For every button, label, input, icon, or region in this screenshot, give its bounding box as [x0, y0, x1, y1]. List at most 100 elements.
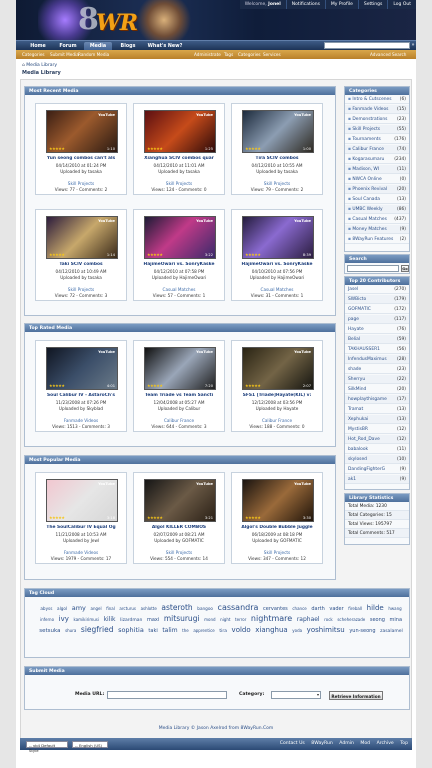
video-thumbnail[interactable]: YouTube ★★★★★ 1:00: [242, 110, 314, 153]
contributor-item[interactable]: DandingFighterG (9): [345, 465, 409, 474]
contributor-item[interactable]: GOFMATIC (172): [345, 305, 409, 314]
category-item[interactable]: ▪ Kogarasumaru (234): [345, 155, 409, 164]
subnav-random-media[interactable]: Random Media: [78, 52, 109, 57]
footer-admin[interactable]: Admin: [339, 741, 354, 746]
site-logo[interactable]: WR: [96, 10, 138, 36]
media-title-link[interactable]: Algol KILLER COMBOS: [134, 525, 224, 530]
video-thumbnail[interactable]: YouTube ★★★★★ 3:30: [242, 479, 314, 522]
media-card[interactable]: YouTube ★★★★★ 8:39 HajimeOwari vs. Sonry…: [231, 209, 323, 301]
footer-mod[interactable]: Mod: [360, 741, 370, 746]
tag-link[interactable]: siegfried: [81, 625, 114, 634]
category-item[interactable]: ▪ Skill Projects (55): [345, 125, 409, 134]
video-thumbnail[interactable]: YouTube ★★★★★ 3:22: [144, 216, 216, 259]
contributor-item[interactable]: SWBicto (179): [345, 295, 409, 304]
category-item[interactable]: ▪ NWCA Online (0): [345, 175, 409, 184]
tag-link[interactable]: darth: [311, 606, 324, 612]
tag-link[interactable]: vader: [329, 606, 343, 612]
video-thumbnail[interactable]: YouTube ★★★★★ 3:21: [144, 479, 216, 522]
tag-link[interactable]: scheherazade: [337, 617, 365, 622]
tag-link[interactable]: yoshimitsu: [307, 626, 345, 634]
media-category-link[interactable]: Skill Projects: [36, 181, 126, 186]
subnav-services[interactable]: Services: [263, 52, 281, 57]
media-uploader[interactable]: Uploaded by tasaka: [36, 169, 126, 174]
subnav-submit-media[interactable]: Submit Media: [50, 52, 79, 57]
category-item[interactable]: ▪ Intro & Cutscenes (6): [345, 95, 409, 104]
media-card[interactable]: YouTube ★★★★★ 3:22 HajimeOwari vs. Sonry…: [133, 209, 225, 301]
tag-link[interactable]: zasalamel: [380, 629, 403, 634]
settings-link[interactable]: Settings: [357, 0, 387, 9]
tag-link[interactable]: mond: [204, 617, 215, 622]
tag-link[interactable]: mina: [390, 617, 403, 623]
tag-link[interactable]: hilde: [367, 604, 384, 612]
home-icon[interactable]: ⌂: [22, 63, 25, 68]
tag-link[interactable]: yun-seong: [349, 628, 375, 634]
media-category-link[interactable]: Casual Matches: [134, 287, 224, 292]
category-item[interactable]: ▪ Calibur France (74): [345, 145, 409, 154]
contributor-item[interactable]: TAKHAUSSER1 (56): [345, 345, 409, 354]
category-item[interactable]: ▪ 8WayRun Features (2): [345, 235, 409, 244]
media-category-link[interactable]: Calibur France: [232, 418, 322, 423]
tag-link[interactable]: algol: [57, 606, 67, 611]
subnav-tags[interactable]: Tags: [224, 52, 233, 57]
tag-link[interactable]: lizardman: [120, 618, 142, 623]
tag-link[interactable]: setsuka: [39, 628, 60, 634]
contributor-item[interactable]: Sherryu (22): [345, 375, 409, 384]
category-item[interactable]: ▪ Madison, WI (11): [345, 165, 409, 174]
category-item[interactable]: ▪ Tournaments (176): [345, 135, 409, 144]
tag-link[interactable]: kamikirimusi: [73, 617, 99, 622]
media-uploader[interactable]: Uploaded by tasaka: [134, 169, 224, 174]
media-card[interactable]: YouTube ★★★★★ 4:01 Soul Calibur IV - Ast…: [35, 340, 127, 432]
tag-link[interactable]: kilik: [104, 616, 116, 623]
category-item[interactable]: ▪ UMBC Weekly (86): [345, 205, 409, 214]
media-category-link[interactable]: Casual Matches: [232, 287, 322, 292]
media-card[interactable]: YouTube ★★★★★ 3:21 Algol KILLER COMBOS 0…: [133, 472, 225, 564]
category-item[interactable]: ▪ Casual Matches (437): [345, 215, 409, 224]
contributor-item[interactable]: Jasel (270): [345, 285, 409, 294]
tag-link[interactable]: hwang: [388, 606, 401, 611]
media-card[interactable]: YouTube ★★★★★ 1:00 Tira SCIV combos 04/1…: [231, 103, 323, 195]
category-item[interactable]: ▪ Fanmade Videos (15): [345, 105, 409, 114]
video-thumbnail[interactable]: YouTube ★★★★★ 2:07: [242, 347, 314, 390]
contributor-item[interactable]: howplaythisgame (17): [345, 395, 409, 404]
tag-link[interactable]: shura: [65, 628, 76, 633]
media-card[interactable]: YouTube ★★★★★ 7:20 Team Triade vs Team S…: [133, 340, 225, 432]
tag-link[interactable]: arcturus: [119, 606, 136, 611]
media-category-link[interactable]: Skill Projects: [134, 550, 224, 555]
tag-link[interactable]: yoda: [292, 628, 302, 633]
tag-link[interactable]: ashlotte: [141, 606, 157, 611]
retrieve-information-button[interactable]: Retrieve Information: [329, 691, 383, 700]
media-uploader[interactable]: Uploaded by Jewl: [36, 538, 126, 543]
tag-link[interactable]: night: [220, 617, 230, 622]
subnav-categories[interactable]: Categories: [22, 52, 45, 57]
media-card[interactable]: YouTube ★★★★★ 1:14 Taki SCIV combos 04/1…: [35, 209, 127, 301]
subnav-advanced-search[interactable]: Advanced Search: [370, 52, 406, 57]
media-uploader[interactable]: Uploaded by Skyblad: [36, 406, 126, 411]
category-select[interactable]: ▾: [271, 691, 321, 699]
subnav-administrate[interactable]: Administrate: [194, 52, 221, 57]
media-card[interactable]: YouTube ★★★★★ 3:18 The SoulCalibur IV Eq…: [35, 472, 127, 564]
media-title-link[interactable]: Tira SCIV combos: [232, 156, 322, 161]
tag-link[interactable]: inferno: [40, 617, 54, 622]
category-item[interactable]: ▪ Soul Canada (13): [345, 195, 409, 204]
contributor-item[interactable]: Belial (59): [345, 335, 409, 344]
tag-link[interactable]: talim: [162, 627, 177, 634]
language-select[interactable]: -- English (US): [72, 741, 108, 748]
media-category-link[interactable]: Skill Projects: [232, 181, 322, 186]
media-uploader[interactable]: Uploaded by Hayate: [232, 406, 322, 411]
media-title-link[interactable]: HajimeOwari vs. SonryKaske: [134, 262, 224, 267]
tag-link[interactable]: final: [106, 606, 115, 611]
tag-link[interactable]: mitsurugi: [164, 614, 200, 623]
library-search-button[interactable]: Go: [401, 265, 409, 272]
media-card[interactable]: YouTube ★★★★★ 1:25 Xianghua SCIV combos …: [133, 103, 225, 195]
media-category-link[interactable]: Calibur France: [134, 418, 224, 423]
tag-link[interactable]: amy: [72, 604, 86, 612]
category-item[interactable]: ▪ Demonstrations (23): [345, 115, 409, 124]
media-uploader[interactable]: Uploaded by GOFMATIC: [232, 538, 322, 543]
tag-link[interactable]: chance: [292, 606, 306, 611]
tag-link[interactable]: nightmare: [251, 614, 292, 623]
media-title-link[interactable]: Taki SCIV combos: [36, 262, 126, 267]
media-title-link[interactable]: Soul Calibur IV - AstaroCh's: [36, 393, 126, 398]
media-card[interactable]: YouTube ★★★★★ 2:07 SFS1 [Triade]Hayate(K…: [231, 340, 323, 432]
contributor-item[interactable]: SilkMind (20): [345, 385, 409, 394]
tag-link[interactable]: tira: [219, 629, 227, 634]
